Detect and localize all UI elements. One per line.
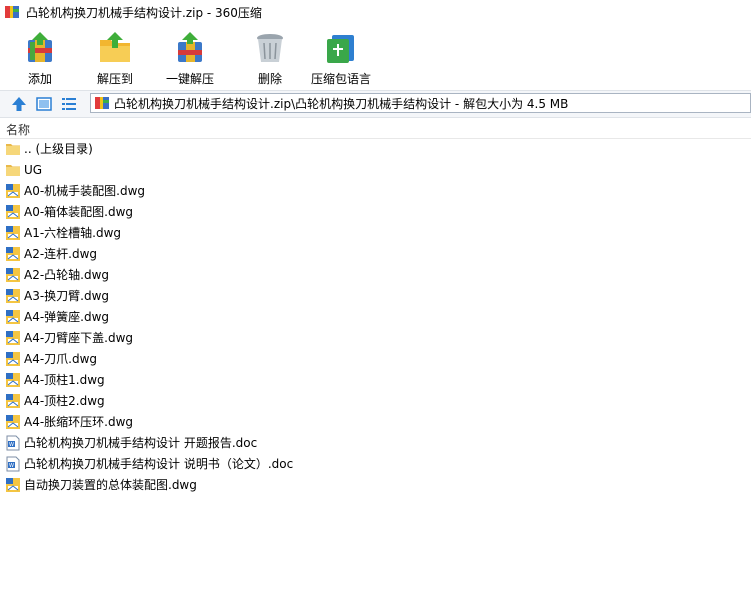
file-name: A3-换刀臂.dwg	[24, 289, 110, 303]
title-bar: 凸轮机构换刀机械手结构设计.zip - 360压缩	[0, 0, 751, 24]
encoding-language-icon	[327, 35, 354, 63]
file-name: A4-弹簧座.dwg	[24, 310, 110, 324]
encoding-language-label: 压缩包语言	[311, 72, 372, 86]
file-row[interactable]: A4-顶柱1.dwg	[0, 369, 751, 390]
dwg-file-icon	[6, 246, 20, 261]
file-list: .. (上级目录) UG A0-机械手装配图.dwg A0-箱体装配图.dwg A1-六…	[0, 138, 751, 495]
dwg-file-icon	[6, 414, 20, 429]
file-row[interactable]: A2-连杆.dwg	[0, 243, 751, 264]
dwg-file-icon	[6, 183, 20, 198]
file-name: 凸轮机构换刀机械手结构设计 说明书（论文）.doc	[24, 457, 294, 471]
svg-text:W: W	[9, 442, 14, 448]
file-name: A4-顶柱1.dwg	[24, 373, 105, 387]
add-button[interactable]: 添加	[22, 30, 58, 87]
delete-label: 删除	[257, 72, 282, 86]
file-name: 自动换刀装置的总体装配图.dwg	[24, 478, 197, 492]
trash-icon	[257, 34, 283, 62]
dwg-file-icon	[6, 372, 20, 387]
dwg-file-icon	[6, 267, 20, 282]
address-bar: 凸轮机构换刀机械手结构设计.zip\凸轮机构换刀机械手结构设计 - 解包大小为 …	[0, 90, 751, 118]
thumbnail-view-icon[interactable]	[35, 95, 53, 113]
folder-icon	[6, 164, 20, 176]
file-row[interactable]: A3-换刀臂.dwg	[0, 285, 751, 306]
one-click-extract-button[interactable]: 一键解压	[166, 30, 214, 87]
delete-button[interactable]: 删除	[252, 30, 288, 87]
toolbar: 添加 解压到 一键解压 删除 压缩包语言	[0, 24, 751, 90]
add-label: 添加	[27, 72, 52, 86]
zip-archive-icon	[5, 6, 19, 18]
file-row[interactable]: A0-箱体装配图.dwg	[0, 201, 751, 222]
dwg-file-icon	[6, 393, 20, 408]
file-row[interactable]: W 凸轮机构换刀机械手结构设计 开题报告.doc	[0, 432, 751, 453]
file-row[interactable]: A4-弹簧座.dwg	[0, 306, 751, 327]
file-name: A4-胀缩环压环.dwg	[24, 415, 134, 429]
doc-file-icon: W	[6, 456, 20, 471]
file-name: A0-机械手装配图.dwg	[24, 184, 146, 198]
file-name: UG	[24, 162, 43, 177]
list-view-icon[interactable]	[60, 95, 78, 113]
window-title: 凸轮机构换刀机械手结构设计.zip - 360压缩	[26, 5, 262, 20]
extract-to-label: 解压到	[97, 72, 134, 86]
file-name: A4-顶柱2.dwg	[24, 394, 105, 408]
extract-to-icon	[100, 32, 130, 62]
file-name: A1-六栓槽轴.dwg	[24, 226, 122, 240]
dwg-file-icon	[6, 288, 20, 303]
file-name: A4-刀臂座下盖.dwg	[24, 331, 134, 345]
path-text: 凸轮机构换刀机械手结构设计.zip\凸轮机构换刀机械手结构设计 - 解包大小为 …	[114, 96, 569, 111]
list-header: 名称	[0, 118, 751, 139]
file-row[interactable]: UG	[0, 159, 751, 180]
file-row[interactable]: A4-顶柱2.dwg	[0, 390, 751, 411]
extract-to-button[interactable]: 解压到	[97, 30, 133, 87]
file-row[interactable]: A1-六栓槽轴.dwg	[0, 222, 751, 243]
zip-archive-icon	[95, 97, 109, 109]
file-name: A2-凸轮轴.dwg	[24, 268, 110, 282]
file-row[interactable]: 自动换刀装置的总体装配图.dwg	[0, 474, 751, 495]
one-click-extract-label: 一键解压	[166, 72, 215, 86]
dwg-file-icon	[6, 225, 20, 240]
dwg-file-icon	[6, 477, 20, 492]
file-row[interactable]: A4-胀缩环压环.dwg	[0, 411, 751, 432]
one-click-extract-icon	[178, 32, 202, 62]
doc-file-icon: W	[6, 435, 20, 450]
file-name: A2-连杆.dwg	[24, 247, 98, 261]
file-name: A0-箱体装配图.dwg	[24, 205, 134, 219]
folder-icon	[6, 143, 20, 155]
up-arrow-icon[interactable]	[10, 95, 28, 113]
add-archive-icon	[28, 32, 52, 62]
file-row[interactable]: A4-刀爪.dwg	[0, 348, 751, 369]
column-header-name[interactable]: 名称	[6, 121, 30, 138]
file-row[interactable]: A0-机械手装配图.dwg	[0, 180, 751, 201]
file-row[interactable]: W 凸轮机构换刀机械手结构设计 说明书（论文）.doc	[0, 453, 751, 474]
dwg-file-icon	[6, 351, 20, 366]
dwg-file-icon	[6, 330, 20, 345]
svg-text:W: W	[9, 463, 14, 469]
file-row[interactable]: .. (上级目录)	[0, 138, 751, 159]
dwg-file-icon	[6, 204, 20, 219]
file-row[interactable]: A4-刀臂座下盖.dwg	[0, 327, 751, 348]
encoding-language-button[interactable]: 压缩包语言	[311, 30, 371, 87]
file-name: 凸轮机构换刀机械手结构设计 开题报告.doc	[24, 436, 258, 450]
file-name: A4-刀爪.dwg	[24, 352, 98, 366]
file-name: .. (上级目录)	[24, 142, 93, 156]
dwg-file-icon	[6, 309, 20, 324]
path-field[interactable]: 凸轮机构换刀机械手结构设计.zip\凸轮机构换刀机械手结构设计 - 解包大小为 …	[90, 93, 751, 113]
file-row[interactable]: A2-凸轮轴.dwg	[0, 264, 751, 285]
